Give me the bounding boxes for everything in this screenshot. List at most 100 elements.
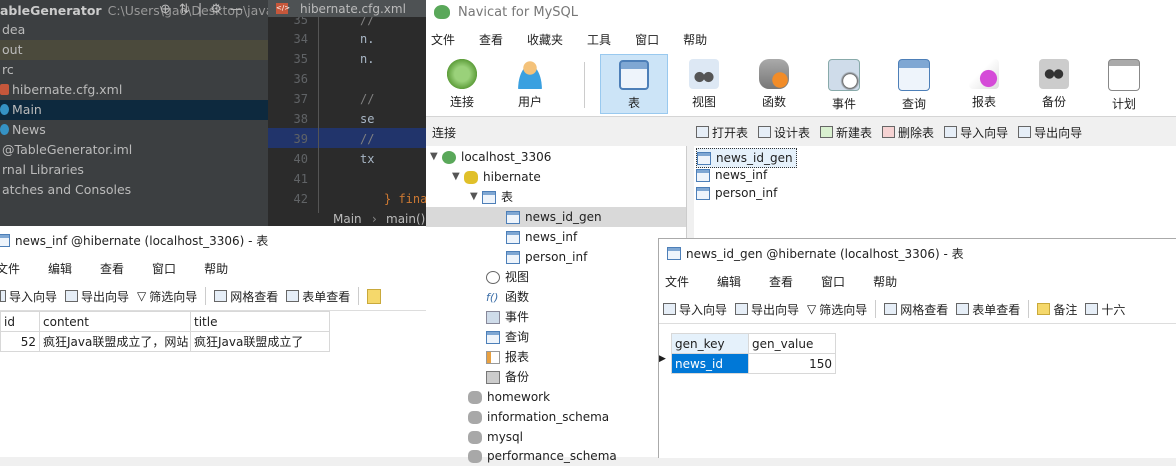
database-icon	[468, 449, 482, 463]
tree-tables-group[interactable]: ▼ 表	[470, 187, 513, 207]
collapse-icon[interactable]: ⇅	[179, 2, 190, 17]
crosshair-icon[interactable]: ⊕	[160, 2, 171, 17]
column-header-gen-key[interactable]: gen_key	[671, 333, 749, 354]
chevron-down-icon[interactable]: ▼	[430, 147, 442, 167]
toolbar-function-button[interactable]: 函数	[740, 54, 808, 114]
toolbar-view-button[interactable]: 视图	[670, 54, 738, 114]
form-view-button[interactable]: 表单查看	[286, 288, 350, 305]
filter-wizard-button[interactable]: ▽ 筛选向导	[807, 301, 867, 318]
ide-code-editor[interactable]: 35 34 35 36 37 38 39 40 41 42 // n. n. /…	[268, 17, 426, 213]
tree-database-item[interactable]: homework	[468, 387, 550, 407]
ide-tree-item[interactable]: atches and Consoles	[0, 180, 268, 200]
menu-favorites[interactable]: 收藏夹	[527, 31, 563, 48]
ide-tree-item[interactable]: hibernate.cfg.xml	[0, 80, 268, 100]
toolbar-user-button[interactable]: 用户	[496, 54, 564, 114]
ide-panel-tools: ⊕ ⇅ | ⚙ —	[160, 0, 243, 18]
tree-database-item[interactable]: mysql	[468, 427, 523, 447]
menu-edit[interactable]: 编辑	[717, 273, 741, 290]
tree-functions-group[interactable]: f() 函数	[486, 287, 529, 307]
grid-cell-selected[interactable]: news_id	[671, 353, 749, 374]
tree-database-hibernate[interactable]: ▼ hibernate	[452, 167, 541, 187]
tree-table-item[interactable]: news_id_gen	[426, 207, 686, 227]
chevron-down-icon[interactable]: ▼	[470, 187, 482, 207]
table-row[interactable]: news_id 150	[671, 353, 836, 374]
toolbar-table-button[interactable]: 表	[600, 54, 668, 114]
tree-connection[interactable]: ▼ localhost_3306	[430, 147, 551, 167]
export-wizard-button[interactable]: 导出向导	[65, 288, 129, 305]
tree-table-item[interactable]: person_inf	[506, 247, 587, 267]
breadcrumb-method[interactable]: main()	[386, 212, 425, 226]
tree-database-item[interactable]: performance_schema	[468, 446, 617, 466]
menu-window[interactable]: 窗口	[821, 273, 845, 290]
toolbar-event-button[interactable]: 事件	[810, 54, 878, 114]
menu-view[interactable]: 查看	[100, 260, 124, 277]
filter-wizard-button[interactable]: ▽ 筛选向导	[137, 288, 197, 305]
import-wizard-button[interactable]: 导入向导	[663, 301, 727, 318]
menu-file[interactable]: 文件	[665, 273, 689, 290]
ide-tree-item[interactable]: News	[0, 120, 268, 140]
menu-view[interactable]: 查看	[479, 31, 503, 48]
grid-cell[interactable]: 150	[748, 353, 836, 374]
design-table-button[interactable]: 设计表	[758, 124, 810, 141]
export-wizard-button[interactable]: 导出向导	[735, 301, 799, 318]
ide-tree-item[interactable]: rnal Libraries	[0, 160, 268, 180]
export-wizard-button[interactable]: 导出向导	[1018, 124, 1082, 141]
grid-view-button[interactable]: 网格查看	[884, 301, 948, 318]
object-list-item[interactable]: news_inf	[696, 166, 770, 184]
ide-tree-item[interactable]: rc	[0, 60, 268, 80]
tree-database-item[interactable]: information_schema	[468, 407, 609, 427]
note-icon[interactable]	[367, 288, 382, 304]
tree-events-group[interactable]: 事件	[486, 307, 529, 327]
toolbar-backup-button[interactable]: 备份	[1020, 54, 1088, 114]
tree-queries-group[interactable]: 查询	[486, 327, 529, 347]
grid-cell[interactable]: 52	[0, 331, 40, 352]
import-wizard-button[interactable]: 导入向导	[944, 124, 1008, 141]
menu-help[interactable]: 帮助	[873, 273, 897, 290]
menu-file[interactable]: 文件	[431, 31, 455, 48]
object-list-item[interactable]: news_id_gen	[696, 148, 797, 168]
menu-window[interactable]: 窗口	[152, 260, 176, 277]
menu-view[interactable]: 查看	[769, 273, 793, 290]
ide-tree-item[interactable]: dea	[0, 20, 268, 40]
menu-edit[interactable]: 编辑	[48, 260, 72, 277]
editor-tab-hibernate-cfg[interactable]: </> hibernate.cfg.xml	[268, 0, 426, 17]
new-table-button[interactable]: 新建表	[820, 124, 872, 141]
table-row[interactable]: 52 疯狂Java联盟成立了，网站 疯狂Java联盟成立了	[0, 331, 330, 352]
toolbar-report-button[interactable]: 报表	[950, 54, 1018, 114]
toolbar-query-button[interactable]: 查询	[880, 54, 948, 114]
delete-table-button[interactable]: 删除表	[882, 124, 934, 141]
toolbar-connection-button[interactable]: 连接	[428, 54, 496, 114]
minimize-icon[interactable]: —	[230, 2, 243, 17]
tree-reports-group[interactable]: 报表	[486, 347, 529, 367]
import-wizard-button[interactable]: 导入向导	[0, 288, 57, 305]
ide-tree-item[interactable]: out	[0, 40, 268, 60]
menu-help[interactable]: 帮助	[683, 31, 707, 48]
grid-cell[interactable]: 疯狂Java联盟成立了，网站	[39, 331, 191, 352]
menu-help[interactable]: 帮助	[204, 260, 228, 277]
menu-tools[interactable]: 工具	[587, 31, 611, 48]
tree-table-item[interactable]: news_inf	[506, 227, 577, 247]
tree-views-group[interactable]: 视图	[486, 267, 529, 287]
xml-file-icon	[0, 84, 9, 95]
hex-button[interactable]: 十六	[1085, 301, 1125, 318]
column-header-title[interactable]: title	[190, 311, 330, 332]
ide-tree-item[interactable]: @TableGenerator.iml	[0, 140, 268, 160]
column-header-gen-value[interactable]: gen_value	[748, 333, 836, 354]
tree-backups-group[interactable]: 备份	[486, 367, 529, 387]
gear-icon[interactable]: ⚙	[210, 2, 222, 17]
chevron-down-icon[interactable]: ▼	[452, 167, 464, 187]
object-list-item[interactable]: person_inf	[696, 184, 780, 202]
open-table-button[interactable]: 打开表	[696, 124, 748, 141]
ide-tree-item[interactable]: Main	[0, 100, 268, 120]
grid-cell[interactable]: 疯狂Java联盟成立了	[190, 331, 330, 352]
menu-window[interactable]: 窗口	[635, 31, 659, 48]
grid-view-button[interactable]: 网格查看	[214, 288, 278, 305]
window-toolbar: 导入向导 导出向导 ▽ 筛选向导 网格查看 表单查看	[0, 282, 426, 311]
form-view-button[interactable]: 表单查看	[956, 301, 1020, 318]
menu-file[interactable]: 文件	[0, 260, 20, 277]
column-header-id[interactable]: id	[0, 311, 40, 332]
breadcrumb-class[interactable]: Main	[333, 212, 362, 226]
toolbar-schedule-button[interactable]: 计划	[1090, 54, 1158, 114]
note-button[interactable]: 备注	[1037, 301, 1077, 318]
column-header-content[interactable]: content	[39, 311, 191, 332]
